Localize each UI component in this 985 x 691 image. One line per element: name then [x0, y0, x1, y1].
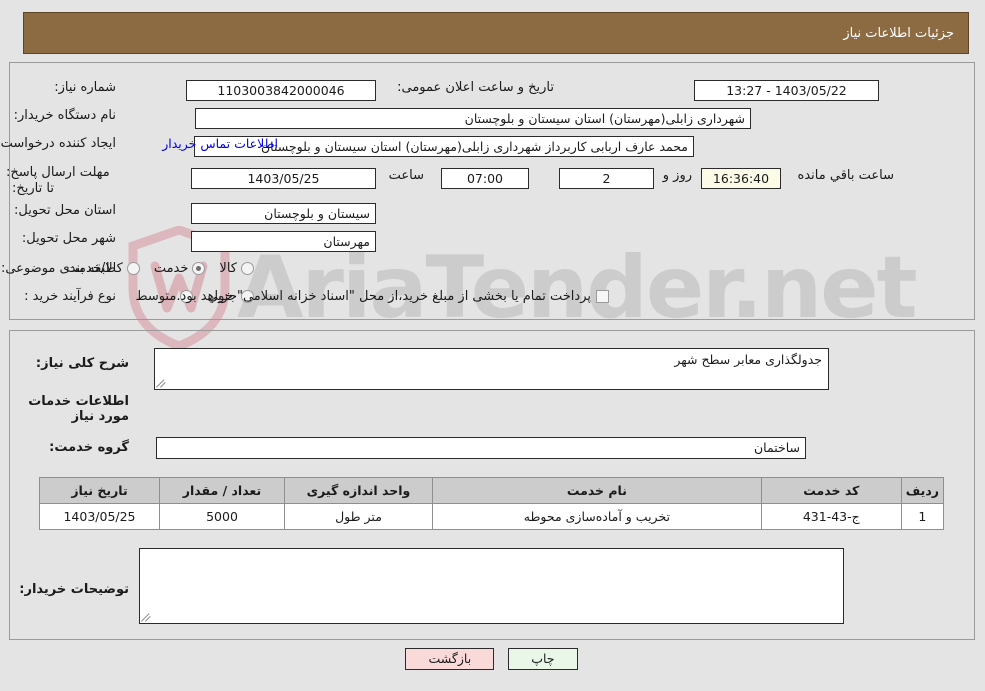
treasury-text: پرداخت تمام یا بخشی از مبلغ خرید،از محل … [177, 289, 592, 304]
th-code: کد خدمت [761, 477, 903, 504]
deadline-time-value[interactable]: 07:00 [442, 168, 530, 189]
creator-label-wrap: ایجاد کننده درخواست: [0, 136, 117, 151]
category-radio-group: کالا خدمت کالا/خدمت [53, 261, 255, 276]
category-label-kala-khedmat: کالا/خدمت [67, 261, 124, 276]
province-label-wrap: استان محل تحویل: [9, 203, 117, 218]
buyer-contact-link[interactable]: اطلاعات تماس خریدار [157, 136, 285, 151]
contact-link-wrap: اطلاعات تماس خریدار [157, 136, 285, 151]
province-value[interactable]: سیستان و بلوچستان [192, 203, 377, 224]
cell-row: 1 [901, 503, 946, 530]
page-header: جزئیات اطلاعات نیاز [24, 12, 970, 54]
announce-label-wrap: تاریخ و ساعت اعلان عمومی: [392, 80, 555, 95]
service-group-value[interactable]: ساختمان [157, 437, 807, 459]
hour-label-wrap: ساعت [385, 168, 430, 183]
cell-qty: 5000 [160, 503, 286, 530]
category-radio-khedmat[interactable] [193, 262, 207, 275]
need-number-field-wrap: 1103003842000046 [187, 80, 377, 101]
need-number-row: شماره نیاز: [49, 80, 117, 95]
creator-label: ایجاد کننده درخواست: [0, 136, 117, 151]
print-button[interactable]: چاپ [509, 648, 579, 670]
deadline-date-value[interactable]: 1403/05/25 [192, 168, 377, 189]
need-number-label: شماره نیاز: [55, 80, 117, 95]
service-group-label: گروه خدمت: [50, 440, 130, 455]
treasury-row: پرداخت تمام یا بخشی از مبلغ خرید،از محل … [172, 289, 610, 304]
days-label-wrap: روز و [659, 168, 698, 183]
service-group-field-wrap: ساختمان [157, 437, 807, 459]
service-group-label-wrap: گروه خدمت: [50, 440, 130, 455]
announce-date-value[interactable]: 1403/05/22 - 13:27 [695, 80, 880, 101]
services-section-heading: اطلاعات خدمات مورد نیاز [29, 394, 130, 424]
countdown-label-wrap: ساعت باقي مانده [794, 168, 900, 183]
process-label-wrap: نوع فرآیند خرید : [19, 289, 117, 304]
category-label-kala: کالا [220, 261, 238, 276]
summary-label-wrap: شرح کلی نیاز: [37, 356, 130, 371]
services-table-wrap: ردیف کد خدمت نام خدمت واحد اندازه گیری ت… [40, 477, 946, 530]
deadline-label: مهلت ارسال پاسخ: تا تاریخ: [7, 165, 111, 196]
th-unit: واحد اندازه گیری [285, 477, 434, 504]
hour-label: ساعت [389, 168, 425, 183]
province-field-wrap: سیستان و بلوچستان [192, 203, 377, 224]
treasury-checkbox[interactable] [597, 290, 610, 303]
days-label: روز و [663, 168, 693, 183]
buyer-org-label: نام دستگاه خریدار: [14, 108, 117, 123]
days-remaining-value[interactable]: 2 [560, 168, 655, 189]
table-row: 1 ج-43-431 تخریب و آماده‌سازی محوطه متر … [40, 503, 946, 530]
need-number-value[interactable]: 1103003842000046 [187, 80, 377, 101]
cell-code: ج-43-431 [761, 503, 903, 530]
services-table: ردیف کد خدمت نام خدمت واحد اندازه گیری ت… [40, 477, 946, 530]
cell-date: 1403/05/25 [40, 503, 161, 530]
category-radio-kala[interactable] [242, 262, 255, 275]
buyer-notes-label-wrap: توضیحات خریدار: [20, 582, 130, 597]
page-root: AriaTender.net جزئیات اطلاعات نیاز شماره… [0, 0, 985, 691]
city-label: شهر محل تحویل: [22, 231, 117, 246]
th-name: نام خدمت [433, 477, 763, 504]
countdown-wrap: 16:36:40 [702, 168, 782, 189]
buyer-notes-textarea-wrap [140, 548, 845, 624]
process-label: نوع فرآیند خرید : [25, 289, 117, 304]
countdown-label: ساعت باقي مانده [798, 168, 895, 183]
province-label: استان محل تحویل: [15, 203, 117, 218]
th-qty: تعداد / مقدار [160, 477, 286, 504]
city-field-wrap: مهرستان [192, 231, 377, 252]
buyer-notes-textarea[interactable] [140, 548, 845, 624]
back-button[interactable]: بازگشت [406, 648, 496, 670]
category-label-khedmat: خدمت [154, 261, 190, 276]
cell-name: تخریب و آماده‌سازی محوطه [433, 503, 763, 530]
page-title: جزئیات اطلاعات نیاز [844, 25, 955, 41]
th-date: تاریخ نیاز [40, 477, 161, 504]
buyer-org-label-wrap: نام دستگاه خریدار: [9, 108, 117, 123]
buyer-org-value[interactable]: شهرداری زابلی(مهرستان) استان سیستان و بل… [196, 108, 752, 129]
deadline-label-wrap: مهلت ارسال پاسخ: تا تاریخ: [7, 165, 117, 197]
buyer-org-field-wrap: شهرداری زابلی(مهرستان) استان سیستان و بل… [196, 108, 752, 129]
announce-date-label: تاریخ و ساعت اعلان عمومی: [398, 80, 555, 95]
deadline-time-wrap: 07:00 [442, 168, 530, 189]
countdown-timer-value[interactable]: 16:36:40 [702, 168, 782, 189]
category-radio-kala-khedmat[interactable] [127, 262, 141, 275]
city-value[interactable]: مهرستان [192, 231, 377, 252]
summary-label: شرح کلی نیاز: [36, 356, 130, 371]
city-label-wrap: شهر محل تحویل: [17, 231, 117, 246]
footer-button-bar: بازگشت چاپ [0, 648, 985, 670]
summary-textarea[interactable]: جدولگذاری معابر سطح شهر [155, 348, 830, 390]
days-value-wrap: 2 [560, 168, 655, 189]
summary-textarea-wrap: جدولگذاری معابر سطح شهر [155, 348, 830, 390]
deadline-date-wrap: 1403/05/25 [192, 168, 377, 189]
table-header-row: ردیف کد خدمت نام خدمت واحد اندازه گیری ت… [40, 477, 946, 504]
cell-unit: متر طول [285, 503, 434, 530]
th-row: ردیف [901, 477, 946, 504]
announce-field-wrap: 1403/05/22 - 13:27 [695, 80, 880, 101]
buyer-notes-label: توضیحات خریدار: [20, 582, 130, 597]
